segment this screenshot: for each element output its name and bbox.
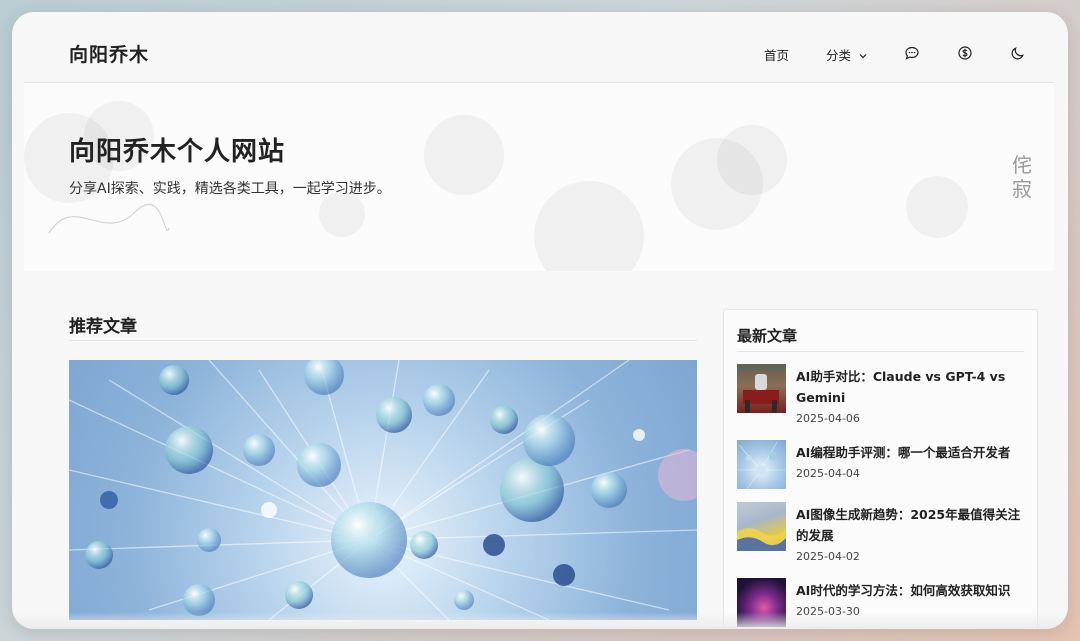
decorative-bubble <box>534 181 644 271</box>
hero-title: 向阳乔木个人网站 <box>69 137 286 167</box>
nav-home[interactable]: 首页 <box>764 45 789 64</box>
dollar-icon[interactable] <box>957 45 973 61</box>
decorative-bubble <box>717 125 787 195</box>
post-title[interactable]: AI编程助手评测：哪一个最适合开发者 <box>796 442 1021 463</box>
post-thumbnail[interactable] <box>737 502 786 551</box>
section-title-recommended: 推荐文章 <box>69 317 137 337</box>
post-date: 2025-04-02 <box>796 550 860 563</box>
sidebar-divider <box>737 351 1024 352</box>
moon-icon[interactable] <box>1010 45 1026 61</box>
decorative-bubble <box>424 115 504 195</box>
hero-side-text: 侘寂 <box>1012 153 1032 201</box>
top-nav: 首页 分类 <box>754 12 1054 82</box>
post-date: 2025-04-04 <box>796 467 860 480</box>
post-thumbnail[interactable] <box>737 440 786 489</box>
site-header: 向阳乔木 首页 分类 <box>24 12 1054 83</box>
post-title[interactable]: AI助手对比：Claude vs GPT-4 vs Gemini <box>796 366 1021 408</box>
list-item[interactable]: AI编程助手评测：哪一个最适合开发者 2025-04-04 <box>737 440 1027 490</box>
hero-banner: 向阳乔木个人网站 分享AI探索、实践，精选各类工具，一起学习进步。 侘寂 <box>24 83 1054 271</box>
post-date: 2025-04-06 <box>796 412 860 425</box>
site-brand[interactable]: 向阳乔木 <box>69 40 149 67</box>
post-title[interactable]: AI图像生成新趋势：2025年最值得关注的发展 <box>796 504 1021 546</box>
chat-icon[interactable] <box>904 45 920 61</box>
section-divider <box>69 340 697 341</box>
sidebar-title: 最新文章 <box>737 327 798 345</box>
latest-articles-widget: 最新文章 AI助手对比：Claude vs GPT-4 vs Gemini 20… <box>723 309 1038 629</box>
featured-image-art <box>69 360 697 620</box>
list-item[interactable]: AI助手对比：Claude vs GPT-4 vs Gemini 2025-04… <box>737 364 1027 428</box>
post-thumbnail[interactable] <box>737 364 786 413</box>
featured-article-image[interactable] <box>69 360 697 620</box>
post-title[interactable]: AI时代的学习方法：如何高效获取知识 <box>796 580 1021 601</box>
window-bottom-edge <box>12 612 1068 629</box>
decorative-bubble <box>906 176 968 238</box>
list-item[interactable]: AI图像生成新趋势：2025年最值得关注的发展 2025-04-02 <box>737 502 1027 566</box>
nav-categories-label: 分类 <box>826 48 852 63</box>
chevron-down-icon <box>858 49 868 64</box>
hero-subtitle: 分享AI探索、实践，精选各类工具，一起学习进步。 <box>69 181 391 197</box>
nav-categories[interactable]: 分类 <box>826 45 868 64</box>
browser-window: 向阳乔木 首页 分类 向阳乔木个人网站 分享AI探索、实践，精选各类工具，一起学… <box>12 12 1068 629</box>
